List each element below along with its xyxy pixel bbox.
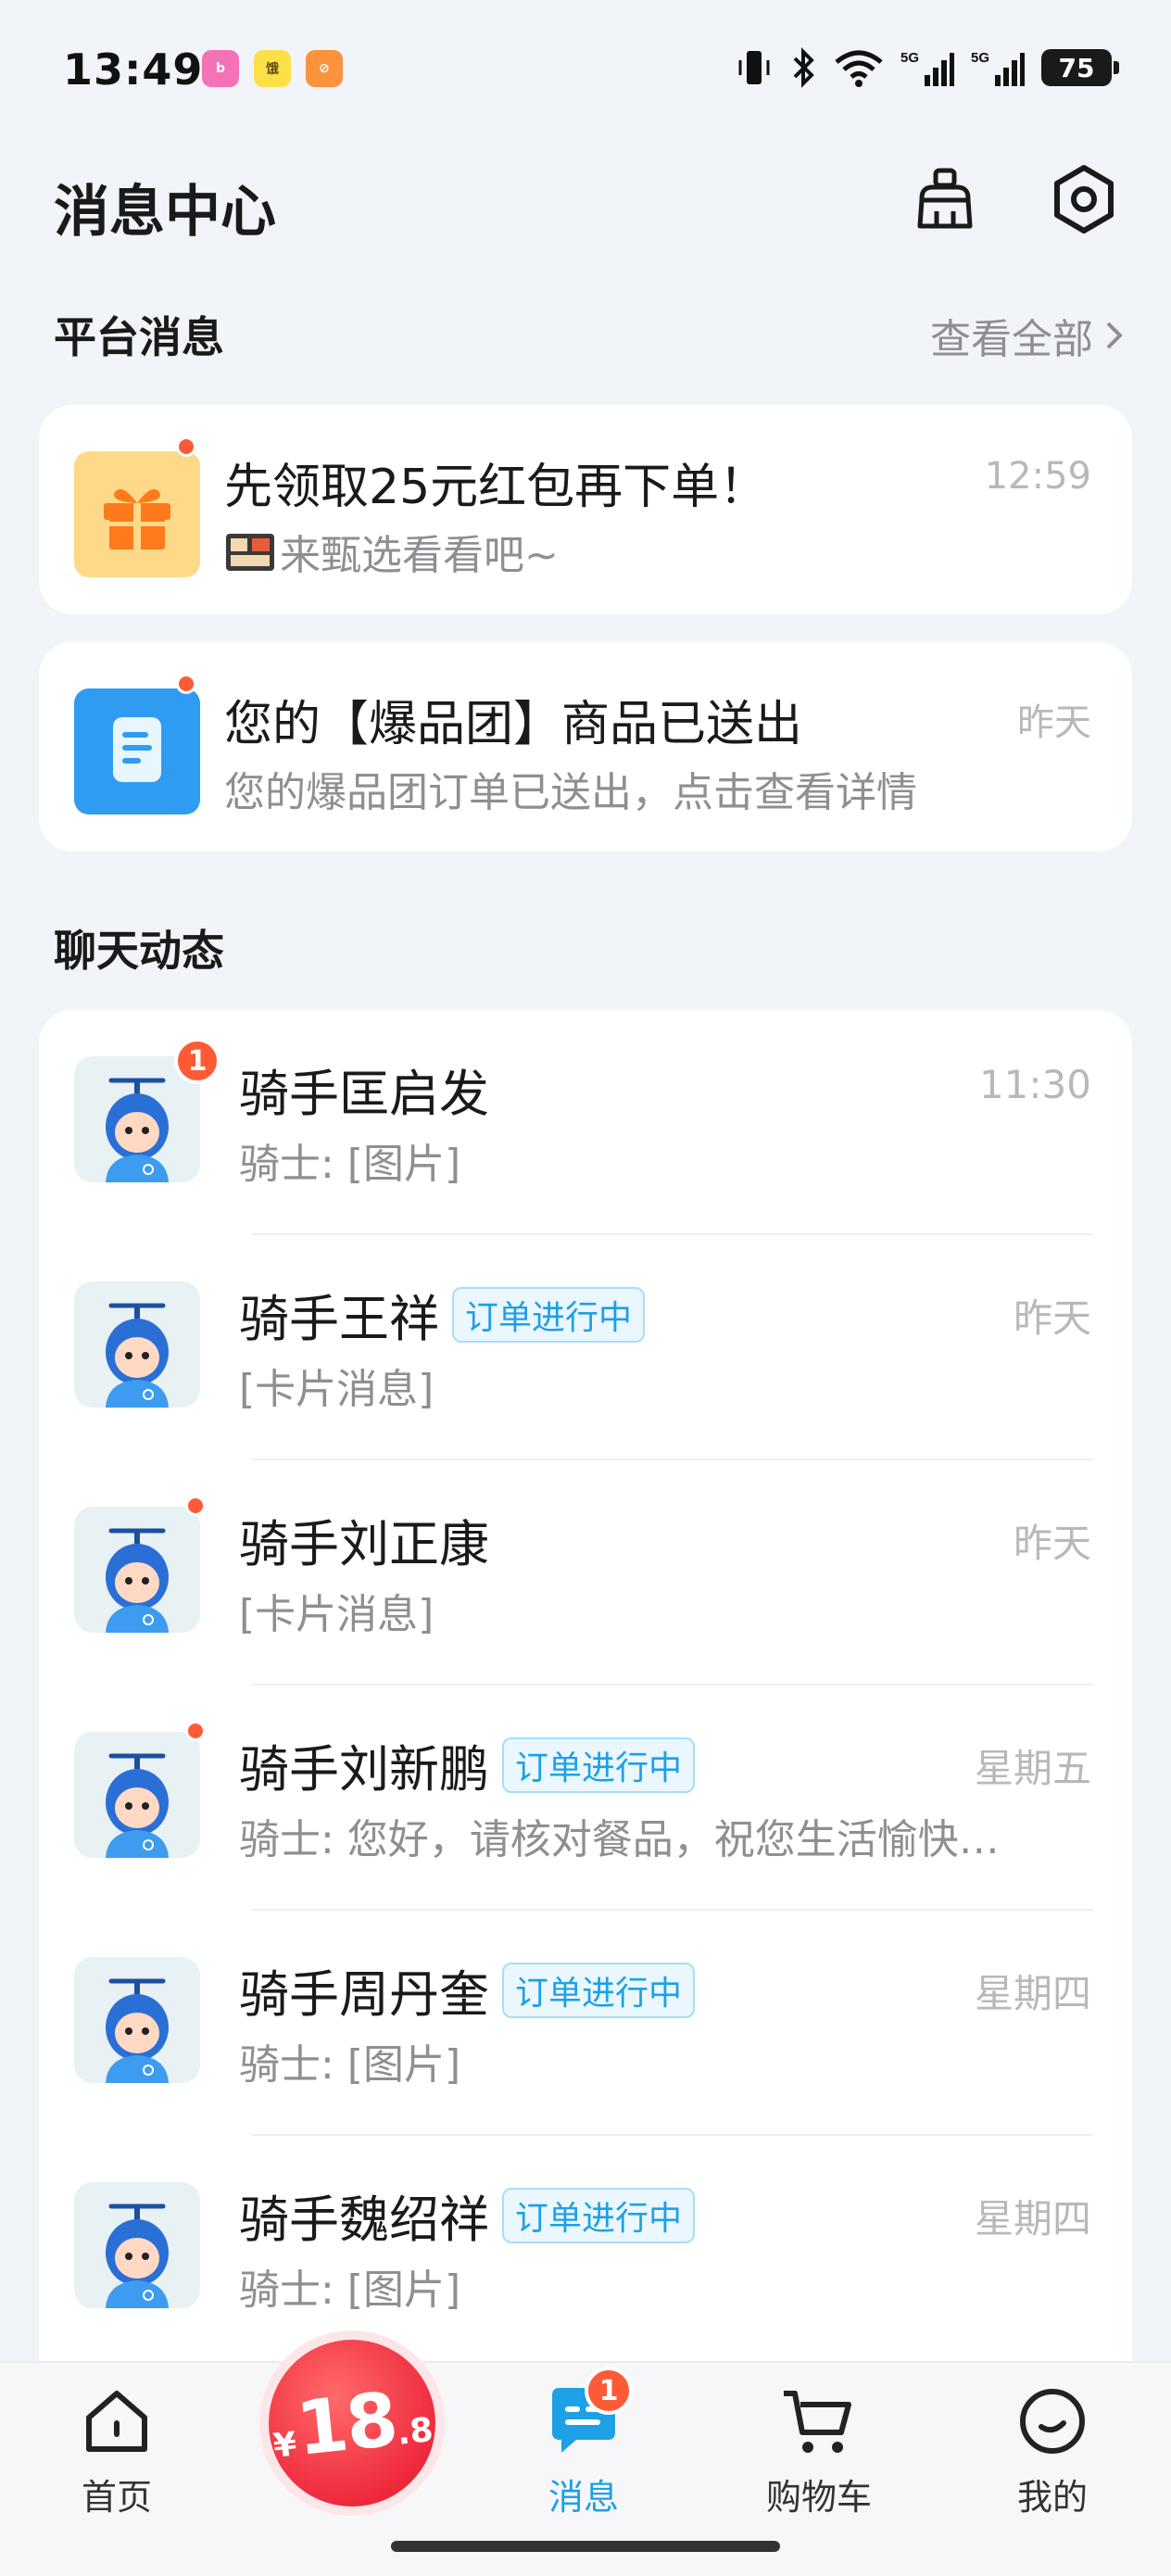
- rider-name: 骑手匡启发: [239, 1065, 489, 1123]
- order-status-tag: 订单进行中: [502, 2187, 696, 2243]
- nav-home-label: 首页: [81, 2477, 152, 2518]
- unread-dot: [185, 1496, 206, 1516]
- home-indicator[interactable]: [391, 2541, 780, 2552]
- platform-message-card[interactable]: 先领取25元红包再下单！ 来甄选看看吧~ 12:59: [39, 405, 1132, 614]
- rider-avatar: [74, 1507, 200, 1633]
- chat-time: 昨天: [1013, 1295, 1091, 1341]
- home-icon: [75, 2380, 158, 2463]
- orange-app-icon: ⊘: [306, 50, 343, 87]
- hexagon-settings-icon: [1054, 165, 1114, 234]
- gift-icon: [74, 451, 200, 577]
- unread-dot: [176, 436, 196, 457]
- nav-cart[interactable]: 购物车: [745, 2380, 893, 2519]
- settings-button[interactable]: [1042, 158, 1126, 241]
- rider-name: 骑手周丹奎: [239, 1965, 489, 2024]
- chat-item[interactable]: 骑手魏绍祥 订单进行中 骑士: [图片] 星期四: [39, 2136, 1132, 2361]
- broom-icon: [917, 168, 973, 229]
- nav-cart-label: 购物车: [765, 2477, 872, 2518]
- message-time: 昨天: [1017, 701, 1091, 744]
- messages-badge: 1: [585, 2367, 633, 2415]
- signal-5g-icon-2: 5G: [971, 46, 1025, 89]
- promo-currency: ¥: [271, 2424, 299, 2466]
- rider-name: 骑手魏绍祥: [239, 2191, 489, 2249]
- page-title: 消息中心: [54, 180, 276, 245]
- chat-time: 星期四: [974, 2196, 1091, 2241]
- chat-item[interactable]: 骑手周丹奎 订单进行中 骑士: [图片] 星期四: [39, 1911, 1132, 2136]
- see-all-link[interactable]: 查看全部: [930, 306, 1125, 365]
- chat-time: 星期四: [974, 1971, 1091, 2016]
- chat-time: 11:30: [978, 1062, 1091, 1107]
- message-subtitle: 您的爆品团订单已送出，点击查看详情: [224, 769, 917, 816]
- promo-amount: 18: [292, 2375, 401, 2472]
- nav-messages-label: 消息: [548, 2477, 619, 2518]
- platform-message-card[interactable]: 您的【爆品团】商品已送出 您的爆品团订单已送出，点击查看详情 昨天: [39, 642, 1132, 852]
- chevron-right-icon: [1106, 322, 1123, 349]
- nav-profile[interactable]: 我的: [978, 2380, 1127, 2519]
- message-title: 先领取25元红包再下单！: [224, 460, 768, 515]
- chat-preview: 骑士: 您好，请核对餐品，祝您生活愉快…: [239, 1816, 1000, 1863]
- battery-indicator: 75: [1041, 49, 1119, 86]
- rider-name: 骑手刘新鹏: [239, 1740, 489, 1799]
- promo-coupon-button[interactable]: ¥ 18 .8: [269, 2340, 435, 2507]
- bilibili-app-icon: b: [202, 50, 239, 87]
- see-all-label: 查看全部: [930, 316, 1093, 363]
- platform-section-title: 平台消息: [54, 312, 224, 362]
- food-box-icon: [226, 534, 274, 571]
- rider-avatar: [74, 2182, 200, 2308]
- status-bar: 13:49 b 饿 ⊘ 5G 5G 75: [0, 0, 1171, 139]
- chat-preview: 骑士: [图片]: [239, 2041, 461, 2089]
- clear-unread-button[interactable]: [903, 158, 987, 241]
- chat-section-title: 聊天动态: [54, 926, 224, 976]
- order-status-tag: 订单进行中: [502, 1962, 696, 2018]
- cart-icon: [777, 2380, 861, 2463]
- vibrate-icon: [736, 46, 773, 89]
- rider-name: 骑手刘正康: [239, 1515, 489, 1573]
- profile-face-icon: [1011, 2380, 1094, 2463]
- unread-dot: [185, 1721, 206, 1741]
- chat-item[interactable]: 骑手刘正康 [卡片消息] 昨天: [39, 1460, 1132, 1686]
- promo-amount-decimal: .8: [396, 2410, 435, 2453]
- chat-time: 昨天: [1013, 1521, 1091, 1566]
- message-time: 12:59: [984, 455, 1091, 498]
- nav-messages[interactable]: 1 消息: [510, 2367, 658, 2519]
- chat-bubble-icon: 1: [542, 2367, 633, 2463]
- svg-text:5G: 5G: [971, 50, 989, 66]
- message-subtitle: 来甄选看看吧~: [280, 532, 559, 579]
- bluetooth-icon: [789, 46, 817, 89]
- rider-avatar: [74, 1282, 200, 1408]
- chat-item[interactable]: 1 骑手匡启发 骑士: [图片] 11:30: [39, 1010, 1132, 1235]
- svg-text:5G: 5G: [900, 50, 919, 66]
- wifi-icon: [834, 46, 884, 89]
- rider-avatar: [74, 1732, 200, 1858]
- chat-item[interactable]: 骑手王祥 订单进行中 [卡片消息] 昨天: [39, 1235, 1132, 1460]
- chat-preview: 骑士: [图片]: [239, 2267, 461, 2314]
- chat-item[interactable]: 骑手刘新鹏 订单进行中 骑士: 您好，请核对餐品，祝您生活愉快… 星期五: [39, 1686, 1132, 1911]
- document-icon: [74, 688, 200, 814]
- nav-profile-label: 我的: [1016, 2477, 1088, 2518]
- order-status-tag: 订单进行中: [452, 1286, 646, 1343]
- unread-count-badge: 1: [174, 1038, 220, 1084]
- chat-time: 星期五: [974, 1746, 1091, 1791]
- rider-name: 骑手王祥: [239, 1290, 439, 1348]
- status-time: 13:49: [63, 44, 204, 95]
- signal-5g-icon: 5G: [900, 46, 954, 89]
- rider-avatar: [74, 1957, 200, 2083]
- chat-preview: [卡片消息]: [239, 1591, 434, 1638]
- unread-dot: [176, 674, 196, 694]
- message-title: 您的【爆品团】商品已送出: [224, 697, 803, 752]
- nav-home[interactable]: 首页: [43, 2380, 191, 2519]
- chat-list: 1 骑手匡启发 骑士: [图片] 11:30 骑手王祥 订单进行中 [卡片消息]…: [39, 1010, 1132, 2400]
- eleme-app-icon: 饿: [254, 50, 291, 87]
- chat-preview: 骑士: [图片]: [239, 1141, 461, 1188]
- chat-preview: [卡片消息]: [239, 1366, 434, 1413]
- order-status-tag: 订单进行中: [502, 1736, 696, 1793]
